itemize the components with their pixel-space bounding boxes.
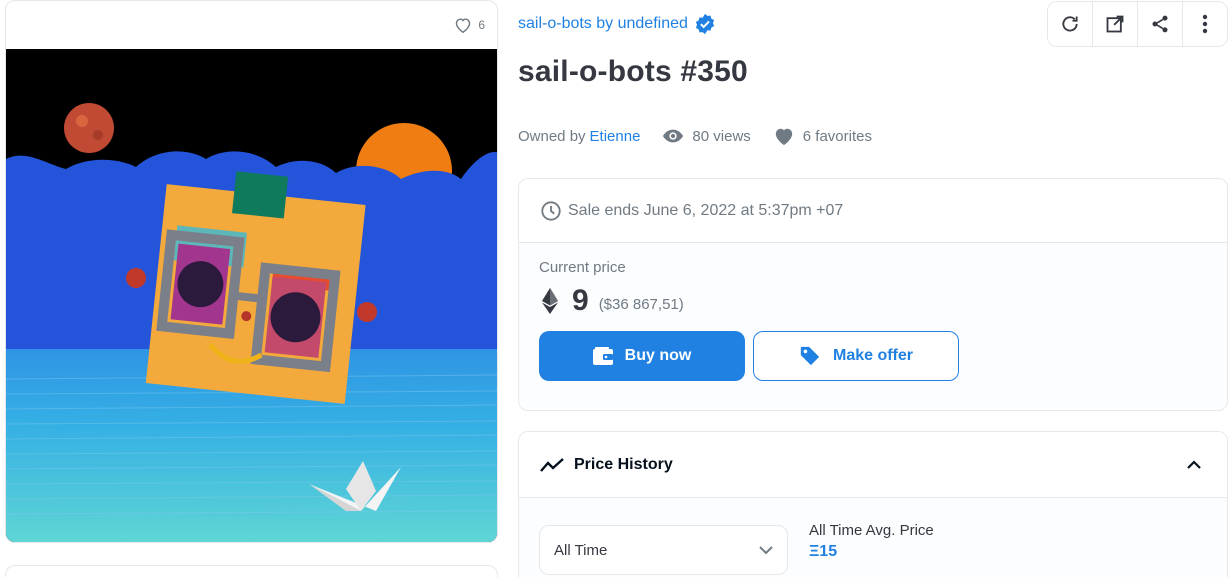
external-link-icon <box>1105 14 1125 34</box>
verified-badge-icon <box>694 13 716 35</box>
price-history-panel: Price History All Time All Time Avg. Pri… <box>518 431 1228 577</box>
more-vertical-icon <box>1202 14 1208 34</box>
buy-now-label: Buy now <box>624 347 692 364</box>
price-row: 9 ($36 867,51) <box>539 284 1207 318</box>
heart-filled-icon <box>773 126 795 146</box>
collection-name[interactable]: sail-o-bots by undefined <box>518 15 688 33</box>
item-actions-group <box>1047 1 1228 47</box>
sale-ends-text: Sale ends June 6, 2022 at 5:37pm +07 <box>568 201 844 219</box>
item-meta-row: Owned by Etienne 80 views 6 favorites <box>518 126 872 146</box>
price-history-header[interactable]: Price History <box>519 432 1227 498</box>
price-history-title: Price History <box>574 455 673 473</box>
favorites-count: 6 favorites <box>802 127 872 145</box>
views-count: 80 views <box>692 127 751 145</box>
current-price-label: Current price <box>539 259 626 276</box>
price-usd: ($36 867,51) <box>598 295 684 313</box>
nft-media-card: 6 <box>5 0 498 543</box>
tag-icon <box>799 345 821 367</box>
more-options-button[interactable] <box>1183 2 1227 46</box>
heart-icon[interactable] <box>454 17 472 33</box>
clock-icon <box>540 200 562 222</box>
time-range-select[interactable]: All Time <box>539 525 788 575</box>
refresh-icon <box>1060 14 1080 34</box>
open-external-button[interactable] <box>1093 2 1138 46</box>
refresh-button[interactable] <box>1048 2 1093 46</box>
price-value: 9 <box>572 284 589 317</box>
time-range-value: All Time <box>554 541 608 559</box>
nft-image[interactable] <box>6 49 498 543</box>
wallet-icon <box>592 347 613 365</box>
make-offer-button[interactable]: Make offer <box>753 331 959 381</box>
media-topbar: 6 <box>6 1 497 49</box>
views-stat: 80 views <box>662 127 751 145</box>
average-price-label: All Time Avg. Price <box>809 522 934 539</box>
share-button[interactable] <box>1138 2 1183 46</box>
buy-now-button[interactable]: Buy now <box>539 331 745 381</box>
sale-panel: Sale ends June 6, 2022 at 5:37pm +07 Cur… <box>518 178 1228 411</box>
share-icon <box>1150 14 1170 34</box>
chevron-down-icon <box>759 545 773 555</box>
owned-by-label: Owned by <box>518 127 586 145</box>
sale-body: Current price 9 ($36 867,51) Buy now Mak… <box>519 243 1227 410</box>
item-title: sail-o-bots #350 <box>518 55 748 88</box>
eye-icon <box>662 128 684 144</box>
description-card <box>5 565 498 577</box>
purchase-buttons: Buy now Make offer <box>539 331 1207 381</box>
sale-end-header: Sale ends June 6, 2022 at 5:37pm +07 <box>519 179 1227 243</box>
ethereum-icon <box>542 288 558 314</box>
make-offer-label: Make offer <box>832 347 914 364</box>
average-price-value: Ξ15 <box>809 543 838 560</box>
trending-chart-icon <box>540 457 564 473</box>
chevron-up-icon[interactable] <box>1187 460 1201 469</box>
favorite-count: 6 <box>478 18 485 32</box>
owner-link[interactable]: Etienne <box>590 128 641 145</box>
favorites-stat: 6 favorites <box>773 126 872 146</box>
collection-link[interactable]: sail-o-bots by undefined <box>518 13 716 35</box>
average-price-block: All Time Avg. Price Ξ15 <box>809 522 934 561</box>
price-history-body: All Time All Time Avg. Price Ξ15 <box>519 498 1227 577</box>
